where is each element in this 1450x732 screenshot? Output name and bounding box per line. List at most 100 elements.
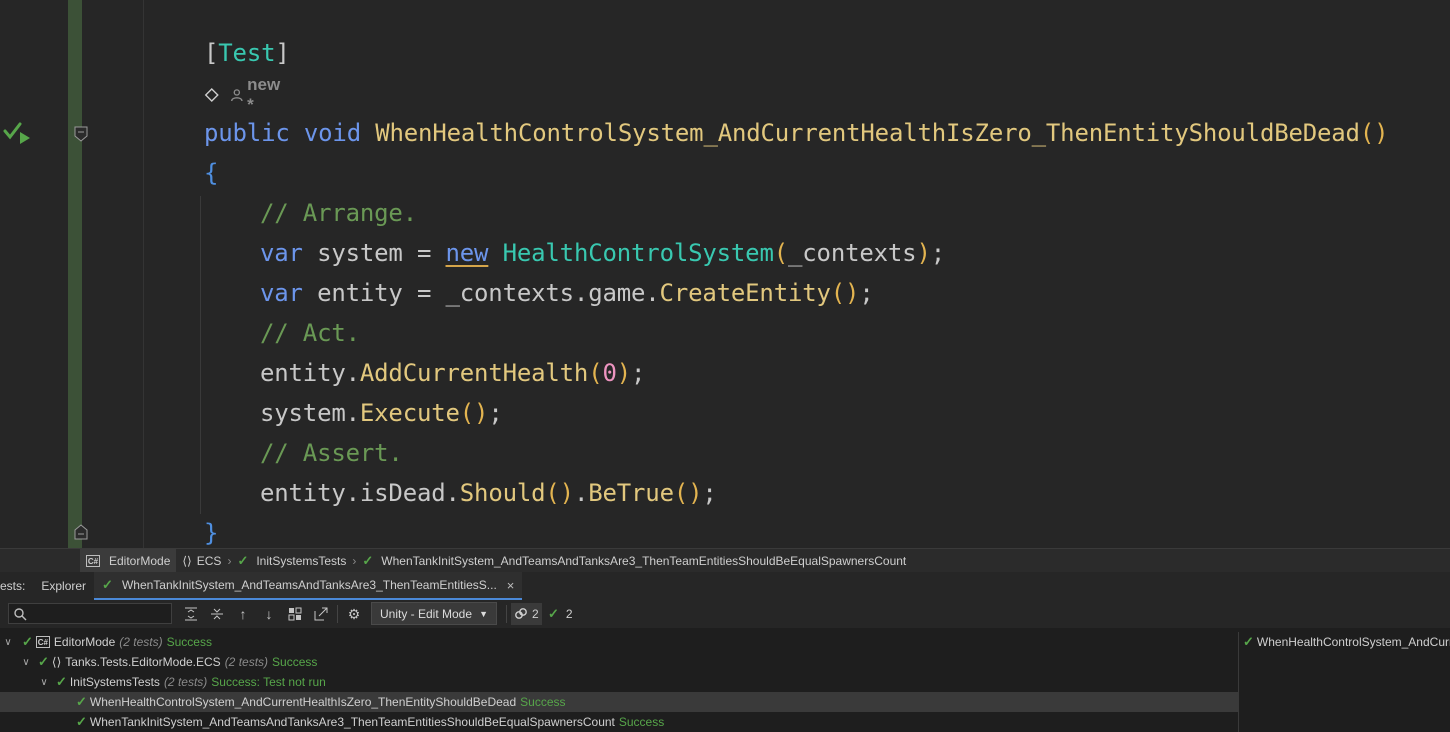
tree-node-editormode[interactable]: ∨ ✓ C# EditorMode (2 tests) Success (0, 632, 1238, 652)
export-icon[interactable] (312, 605, 330, 623)
close-icon[interactable]: × (507, 578, 515, 593)
paren: () (830, 279, 860, 307)
fold-open-icon[interactable] (73, 126, 89, 142)
total-count: 2 (532, 607, 539, 621)
status-text: Success (618, 715, 665, 729)
close-brace: } (204, 519, 219, 547)
status-text: Success: Test not run (211, 675, 326, 689)
expand-all-icon[interactable] (182, 605, 200, 623)
csharp-project-icon: C# (35, 636, 50, 648)
status-text: Success (272, 655, 318, 669)
breadcrumb-label: EditorMode (109, 554, 171, 568)
person-icon (230, 89, 243, 102)
check-icon: ✓ (102, 577, 113, 592)
chevron-down-icon[interactable]: ∨ (38, 677, 50, 688)
tab-label: Explorer (41, 579, 87, 593)
tab-explorer[interactable]: Explorer (33, 572, 94, 600)
code-line-close-brace: } (204, 513, 218, 548)
check-icon: ✓ (362, 553, 374, 568)
code-text: entity = _contexts.game. (302, 279, 660, 307)
attribute-bracket: ] (275, 39, 290, 67)
check-icon: ✓ (76, 714, 87, 729)
tree-node-test-health[interactable]: ✓ WhenHealthControlSystem_AndCurrentHeal… (0, 692, 1238, 712)
method-name: BeTrue (588, 479, 674, 507)
total-tests-filter[interactable]: 2 (511, 603, 542, 625)
vcs-change-stripe (68, 0, 82, 548)
output-title: WhenHealthControlSystem_AndCurr (1256, 635, 1450, 649)
tool-window-label: ests: (0, 579, 26, 593)
toolbar-separator (337, 605, 338, 623)
tab-session[interactable]: ✓ WhenTankInitSystem_AndTeamsAndTanksAre… (94, 572, 523, 600)
csharp-project-icon: C# (86, 555, 100, 567)
tree-node-test-tankinit[interactable]: ✓ WhenTankInitSystem_AndTeamsAndTanksAre… (0, 712, 1238, 732)
namespace-icon: ⟨⟩ (51, 655, 62, 669)
code-editor[interactable]: [Test] new * public void WhenHealthContr… (0, 0, 1450, 548)
tree-node-label: Tanks.Tests.EditorMode.ECS (65, 655, 221, 669)
code-line-signature: public void WhenHealthControlSystem_AndC… (204, 113, 1389, 153)
method-name: Should (459, 479, 546, 507)
code-line-comment-act: // Act. (260, 313, 360, 353)
check-icon: ✓ (22, 634, 33, 649)
test-results-tree[interactable]: ∨ ✓ C# EditorMode (2 tests) Success ∨ ✓ … (0, 632, 1238, 732)
tree-node-fixture[interactable]: ∨ ✓ InitSystemsTests (2 tests) Success: … (0, 672, 1238, 692)
status-text: Success (520, 695, 566, 709)
code-text: system = (302, 239, 446, 267)
diamond-icon[interactable] (204, 86, 220, 104)
gear-icon[interactable]: ⚙ (345, 605, 363, 623)
tree-node-label: WhenHealthControlSystem_AndCurrentHealth… (89, 695, 517, 709)
tool-window-title: ests: (0, 572, 33, 600)
code-text: entity.isDead. (260, 479, 460, 507)
breadcrumb-item-initsystemstests[interactable]: ✓ InitSystemsTests (231, 549, 352, 573)
comment: // Assert. (260, 439, 403, 467)
collapse-all-icon[interactable] (208, 605, 226, 623)
number-literal: 0 (602, 359, 617, 387)
breadcrumb-item-test[interactable]: ✓ WhenTankInitSystem_AndTeamsAndTanksAre… (356, 549, 912, 573)
breadcrumb-item-ecs[interactable]: ⟨⟩ ECS (176, 549, 227, 573)
search-input[interactable] (27, 605, 161, 622)
code-line-comment-assert: // Assert. (260, 433, 403, 473)
search-box[interactable] (8, 603, 172, 624)
code-line-comment-arrange: // Arrange. (260, 193, 417, 233)
keyword: var (260, 279, 303, 307)
paren: ( (773, 239, 789, 267)
code-line-var-system: var system = new HealthControlSystem(_co… (260, 239, 946, 267)
author-hint[interactable]: new * (230, 75, 286, 115)
code-line-add-health: entity.AddCurrentHealth(0); (260, 359, 646, 387)
paren: () (545, 479, 574, 507)
comment: // Arrange. (260, 199, 417, 227)
parens: () (1359, 119, 1389, 147)
breadcrumb-item-editormode[interactable]: C# EditorMode (80, 549, 177, 573)
check-icon: ✓ (56, 674, 67, 689)
paren: ) (616, 359, 632, 387)
attribute-name: Test (218, 39, 276, 67)
tree-node-namespace[interactable]: ∨ ✓ ⟨⟩ Tanks.Tests.EditorMode.ECS (2 tes… (0, 652, 1238, 672)
namespace-icon: ⟨⟩ (182, 554, 192, 568)
keyword-new: new (445, 239, 489, 267)
test-count: (2 tests) (119, 635, 163, 649)
unit-test-tabs: ests: Explorer ✓ WhenTankInitSystem_AndT… (0, 572, 1450, 601)
unity-mode-dropdown[interactable]: Unity - Edit Mode ▼ (371, 602, 497, 625)
arrow-up-icon[interactable]: ↑ (234, 605, 252, 623)
attribute-bracket: [ (204, 39, 219, 67)
search-icon (14, 607, 27, 620)
run-test-icon[interactable] (2, 118, 36, 148)
group-by-icon[interactable] (286, 605, 304, 623)
fold-close-icon[interactable] (73, 524, 89, 540)
gutter-divider (143, 0, 144, 548)
check-icon: ✓ (237, 553, 249, 568)
breadcrumb-label: InitSystemsTests (256, 554, 347, 568)
code-line-attribute: [Test] (204, 33, 290, 73)
breadcrumb-label: WhenTankInitSystem_AndTeamsAndTanksAre3_… (381, 554, 907, 568)
chevron-down-icon[interactable]: ∨ (20, 657, 32, 668)
code-vision-hint[interactable]: new * (204, 75, 285, 114)
passed-tests-filter[interactable]: ✓ 2 (545, 603, 576, 625)
check-icon: ✓ (38, 654, 49, 669)
keyword: public void (204, 119, 361, 147)
type-name: HealthControlSystem (502, 239, 774, 267)
chevron-down-icon[interactable]: ∨ (2, 637, 14, 648)
arrow-down-icon[interactable]: ↓ (260, 605, 278, 623)
open-brace: { (204, 159, 219, 187)
test-count: (2 tests) (163, 675, 208, 689)
code-text: system. (260, 399, 360, 427)
code-text: entity. (260, 359, 360, 387)
